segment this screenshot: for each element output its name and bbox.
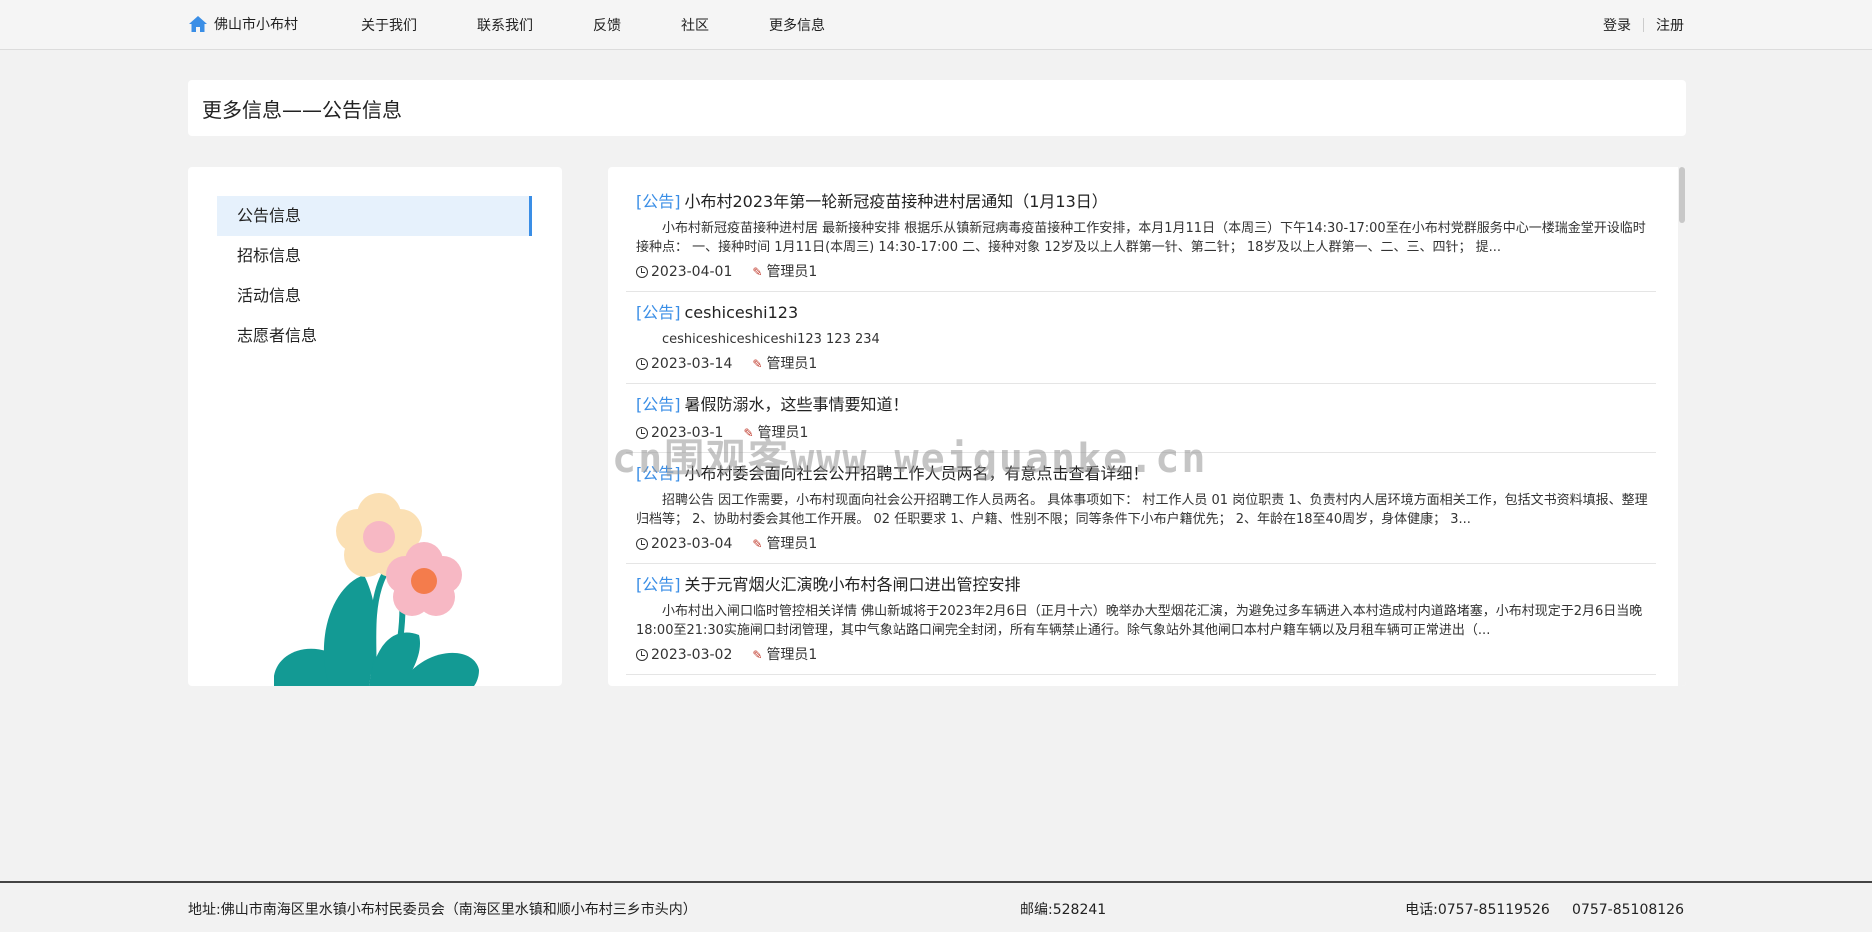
news-tag: [公告] xyxy=(636,192,681,211)
news-meta: 2023-03-02 ✎ 管理员1 xyxy=(636,646,1648,664)
watermark-text: cn围观客www.weiguanke.cn xyxy=(612,436,1208,482)
news-tag: [公告] xyxy=(636,303,681,322)
pen-icon: ✎ xyxy=(752,648,763,662)
news-tag: [公告] xyxy=(636,395,681,414)
page-title: 更多信息——公告信息 xyxy=(202,97,402,122)
footer-zip: 邮编:528241 xyxy=(1020,902,1107,918)
news-date: 2023-03-14 xyxy=(651,356,733,372)
clock-icon xyxy=(636,358,648,370)
news-title-text: 暑假防溺水，这些事情要知道！ xyxy=(684,395,909,414)
scrollbar-thumb[interactable] xyxy=(1679,167,1685,223)
news-date: 2023-03-02 xyxy=(651,647,733,663)
clock-icon xyxy=(636,266,648,278)
brand-label: 佛山市小布村 xyxy=(214,17,298,33)
news-summary: 招聘公告 因工作需要，小布村现面向社会公开招聘工作人员两名。 具体事项如下： 村… xyxy=(636,493,1648,527)
list-item[interactable]: [公告] 小布村2023年第一轮新冠疫苗接种进村居通知（1月13日） 小布村新冠疫… xyxy=(626,181,1656,292)
news-tag: [公告] xyxy=(636,575,681,594)
list-item[interactable]: [公告] ceshiceshi123 ceshiceshiceshiceshi12… xyxy=(626,292,1656,384)
pen-icon: ✎ xyxy=(752,265,763,279)
list-item[interactable]: [公告] 关于元宵烟火汇演晚小布村各闸口进出管控安排 小布村出入闸口临时管控相关详… xyxy=(626,564,1656,675)
news-title[interactable]: [公告] 暑假防溺水，这些事情要知道！ xyxy=(636,392,1648,418)
clock-icon xyxy=(636,538,648,550)
news-author: 管理员1 xyxy=(766,536,818,552)
pen-icon: ✎ xyxy=(752,537,763,551)
footer: 地址:佛山市南海区里水镇小布村民委员会（南海区里水镇和顺小布村三乡市头内） 邮编… xyxy=(0,881,1872,932)
news-title[interactable]: [公告] 小布村2023年第一轮新冠疫苗接种进村居通知（1月13日） xyxy=(636,189,1648,215)
news-summary: 小布村出入闸口临时管控相关详情 佛山新城将于2023年2月6日（正月十六）晚举办… xyxy=(636,604,1643,638)
top-navbar: 佛山市小布村 关于我们 联系我们 反馈 社区 更多信息 登录 注册 xyxy=(0,0,1872,50)
nav-community[interactable]: 社区 xyxy=(681,15,709,35)
register-link[interactable]: 注册 xyxy=(1656,15,1684,35)
login-link[interactable]: 登录 xyxy=(1603,15,1631,35)
news-title[interactable]: [公告] 关于元宵烟火汇演晚小布村各闸口进出管控安排 xyxy=(636,572,1648,598)
news-title-text: 小布村2023年第一轮新冠疫苗接种进村居通知（1月13日） xyxy=(684,192,1108,211)
pen-icon: ✎ xyxy=(752,357,763,371)
news-author: 管理员1 xyxy=(766,264,818,280)
nav-feedback[interactable]: 反馈 xyxy=(593,15,621,35)
nav-about[interactable]: 关于我们 xyxy=(361,15,417,35)
news-author: 管理员1 xyxy=(766,356,818,372)
sidebar-item-activities[interactable]: 活动信息 xyxy=(217,276,532,316)
main-nav: 关于我们 联系我们 反馈 社区 更多信息 xyxy=(361,0,885,50)
news-meta: 2023-04-01 ✎ 管理员1 xyxy=(636,263,1648,281)
auth-divider xyxy=(1643,18,1644,32)
footer-phone: 电话:0757-85119526 0757-85108126 xyxy=(1405,902,1684,918)
footer-address: 地址:佛山市南海区里水镇小布村民委员会（南海区里水镇和顺小布村三乡市头内） xyxy=(188,902,697,918)
news-date: 2023-03-04 xyxy=(651,536,733,552)
page-title-card: 更多信息——公告信息 xyxy=(188,80,1686,136)
news-meta: 2023-03-14 ✎ 管理员1 xyxy=(636,355,1648,373)
clock-icon xyxy=(636,649,648,661)
sidebar: 公告信息 招标信息 活动信息 志愿者信息 xyxy=(188,167,562,686)
news-title-text: ceshiceshi123 xyxy=(684,303,799,322)
list-scrollbar[interactable] xyxy=(1678,167,1686,686)
news-title-text: 关于元宵烟火汇演晚小布村各闸口进出管控安排 xyxy=(684,575,1021,594)
sidebar-item-volunteers[interactable]: 志愿者信息 xyxy=(217,316,532,356)
news-date: 2023-04-01 xyxy=(651,264,733,280)
news-author: 管理员1 xyxy=(766,647,818,663)
news-meta: 2023-03-04 ✎ 管理员1 xyxy=(636,535,1648,553)
flower-illustration xyxy=(274,493,479,686)
brand-link[interactable]: 佛山市小布村 xyxy=(188,14,298,34)
sidebar-item-announcements[interactable]: 公告信息 xyxy=(217,196,532,236)
news-summary: 小布村新冠疫苗接种进村居 最新接种安排 根据乐从镇新冠病毒疫苗接种工作安排，本月… xyxy=(636,221,1646,255)
sidebar-item-bidding[interactable]: 招标信息 xyxy=(217,236,532,276)
news-summary: ceshiceshiceshiceshi123 123 234 xyxy=(662,332,880,347)
nav-more-info[interactable]: 更多信息 xyxy=(769,15,825,35)
nav-contact[interactable]: 联系我们 xyxy=(477,15,533,35)
home-icon xyxy=(189,16,207,32)
news-title[interactable]: [公告] ceshiceshi123 xyxy=(636,300,1648,326)
sidebar-menu: 公告信息 招标信息 活动信息 志愿者信息 xyxy=(217,196,532,356)
auth-links: 登录 注册 xyxy=(1603,0,1684,50)
